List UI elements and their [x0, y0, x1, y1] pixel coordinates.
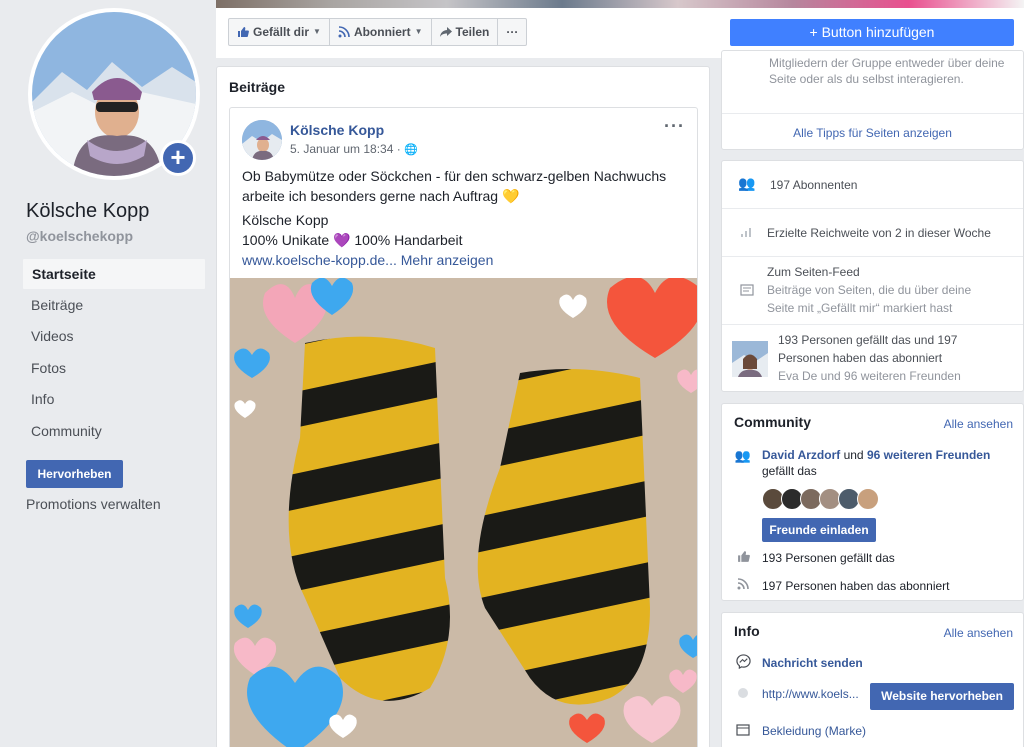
subscribe-label: Abonniert	[353, 25, 411, 39]
post-text-line: Ob Babymütze oder Söckchen - für den sch…	[242, 168, 667, 204]
info-see-all-link[interactable]: Alle ansehen	[944, 626, 1013, 640]
globe-icon	[734, 687, 752, 702]
more-friends-link[interactable]: 96 weiteren Freunden	[867, 448, 990, 462]
post-date: 5. Januar um 18:34 ·	[290, 142, 405, 156]
page-action-buttons: Gefällt dir ▼ Abonniert ▼ Teilen ···	[228, 18, 528, 46]
friends-like-text: David Arzdorf und 96 weiteren Freunden g…	[762, 447, 1012, 479]
page-tips-card: Mitgliedern der Gruppe entweder über dei…	[721, 50, 1024, 150]
tips-text: Mitgliedern der Gruppe entweder über dei…	[769, 56, 1005, 86]
share-label: Teilen	[455, 25, 490, 39]
sidebar-item-beitraege[interactable]: Beiträge	[22, 290, 206, 322]
pages-feed-row[interactable]: Zum Seiten-Feed Beiträge von Seiten, die…	[722, 257, 1023, 325]
likes-this-text: gefällt das	[762, 464, 817, 478]
rss-icon	[734, 578, 752, 593]
reach-text: Erzielte Reichweite von 2 in dieser Woch…	[767, 226, 991, 240]
post-author-avatar[interactable]	[242, 120, 282, 160]
likes-summary-row[interactable]: 193 Personen gefällt das und 197 Persone…	[722, 325, 1023, 393]
community-title: Community	[734, 414, 811, 430]
bar-chart-icon	[734, 224, 760, 241]
chevron-down-icon: ▼	[414, 27, 423, 36]
post: Kölsche Kopp 5. Januar um 18:34 · 🌐 ··· …	[229, 107, 698, 747]
subscribe-button[interactable]: Abonniert ▼	[330, 19, 432, 45]
see-more-link[interactable]: Mehr anzeigen	[397, 252, 494, 268]
community-see-all-link[interactable]: Alle ansehen	[944, 417, 1013, 431]
page-title: Kölsche Kopp	[26, 200, 150, 222]
posts-section: Beiträge Kölsche Kopp 5. Januar um 18:34…	[216, 66, 710, 747]
page-handle[interactable]: @koelschekopp	[26, 228, 133, 244]
more-icon: ···	[506, 25, 519, 39]
share-icon	[439, 27, 452, 37]
more-options-button[interactable]: ···	[498, 19, 526, 45]
messenger-icon	[734, 654, 752, 672]
info-card: Info Alle ansehen Nachricht senden http:…	[721, 612, 1024, 747]
see-all-tips-link[interactable]: Alle Tipps für Seiten anzeigen	[722, 113, 1023, 151]
post-timestamp[interactable]: 5. Januar um 18:34 · 🌐	[290, 142, 418, 156]
post-text-line: Kölsche Kopp	[242, 212, 329, 228]
like-button[interactable]: Gefällt dir ▼	[229, 19, 330, 45]
info-title: Info	[734, 623, 760, 639]
reach-row[interactable]: Erzielte Reichweite von 2 in dieser Woch…	[722, 209, 1023, 257]
news-feed-icon	[734, 283, 760, 300]
pages-feed-title: Zum Seiten-Feed	[767, 265, 860, 279]
invite-friends-button[interactable]: Freunde einladen	[762, 518, 876, 542]
sidebar-nav: Startseite Beiträge Videos Fotos Info Co…	[22, 258, 206, 448]
friend-name-link[interactable]: David Arzdorf	[762, 448, 840, 462]
avatar-image	[242, 120, 282, 160]
send-message-link[interactable]: Nachricht senden	[762, 655, 863, 671]
likes-summary-text: 193 Personen gefällt das und 197 Persone…	[778, 331, 978, 385]
likes-count: 193 Personen gefällt das	[762, 551, 895, 565]
manage-promotions-link[interactable]: Promotions verwalten	[26, 496, 161, 512]
promote-button[interactable]: Hervorheben	[26, 460, 123, 488]
community-card: Community Alle ansehen 👥 David Arzdorf u…	[721, 403, 1024, 601]
followers-row[interactable]: 👥 197 Abonnenten	[722, 161, 1023, 209]
friends-like-subtitle: Eva De und 96 weiteren Freunden	[778, 369, 961, 383]
sidebar-item-community[interactable]: Community	[22, 416, 206, 448]
like-label: Gefällt dir	[253, 25, 310, 39]
pages-feed-text: Zum Seiten-Feed Beiträge von Seiten, die…	[767, 263, 982, 317]
friend-avatars	[762, 488, 879, 510]
website-link[interactable]: http://www.koels...	[762, 686, 859, 702]
post-body: Ob Babymütze oder Söckchen - für den sch…	[242, 166, 687, 274]
and-text: und	[840, 448, 867, 462]
plus-icon: +	[163, 143, 193, 173]
sidebar-item-startseite[interactable]: Startseite	[22, 258, 206, 290]
share-button[interactable]: Teilen	[432, 19, 499, 45]
chevron-down-icon: ▼	[313, 27, 321, 36]
post-text-line: 100% Unikate 💜 100% Handarbeit	[242, 232, 463, 248]
thumbs-up-icon	[734, 550, 752, 566]
category-link[interactable]: Bekleidung (Marke)	[762, 723, 866, 739]
promote-website-button[interactable]: Website hervorheben	[870, 683, 1014, 710]
sidebar-item-fotos[interactable]: Fotos	[22, 353, 206, 385]
pages-feed-subtitle: Beiträge von Seiten, die du über deine S…	[767, 283, 972, 315]
friends-icon: 👥	[734, 448, 752, 463]
add-button-button[interactable]: + Button hinzufügen	[730, 19, 1014, 46]
sidebar-item-info[interactable]: Info	[22, 384, 206, 416]
post-author-name[interactable]: Kölsche Kopp	[290, 122, 384, 138]
post-photo[interactable]	[230, 278, 697, 747]
thumbs-up-icon	[238, 27, 249, 37]
post-website-link[interactable]: www.koelsche-kopp.de...	[242, 252, 397, 268]
cover-photo[interactable]	[216, 0, 1024, 8]
avatar[interactable]	[857, 488, 879, 510]
people-icon: 👥	[738, 175, 756, 191]
followers-count: 197 Abonnenten	[770, 178, 858, 192]
add-photo-button[interactable]: +	[160, 140, 196, 176]
rss-icon	[338, 26, 350, 38]
globe-icon: 🌐	[404, 144, 418, 156]
friend-avatar	[732, 341, 768, 377]
page-stats-card: 👥 197 Abonnenten Erzielte Reichweite von…	[721, 160, 1024, 392]
post-options-button[interactable]: ···	[664, 116, 685, 137]
likes-summary: 193 Personen gefällt das und 197 Persone…	[778, 333, 958, 365]
crochet-socks-image	[230, 278, 697, 747]
sidebar-item-videos[interactable]: Videos	[22, 321, 206, 353]
category-icon	[734, 723, 752, 740]
followers-count: 197 Personen haben das abonniert	[762, 579, 950, 593]
left-column: + Kölsche Kopp @koelschekopp Startseite …	[0, 0, 216, 747]
section-title: Beiträge	[229, 79, 286, 95]
